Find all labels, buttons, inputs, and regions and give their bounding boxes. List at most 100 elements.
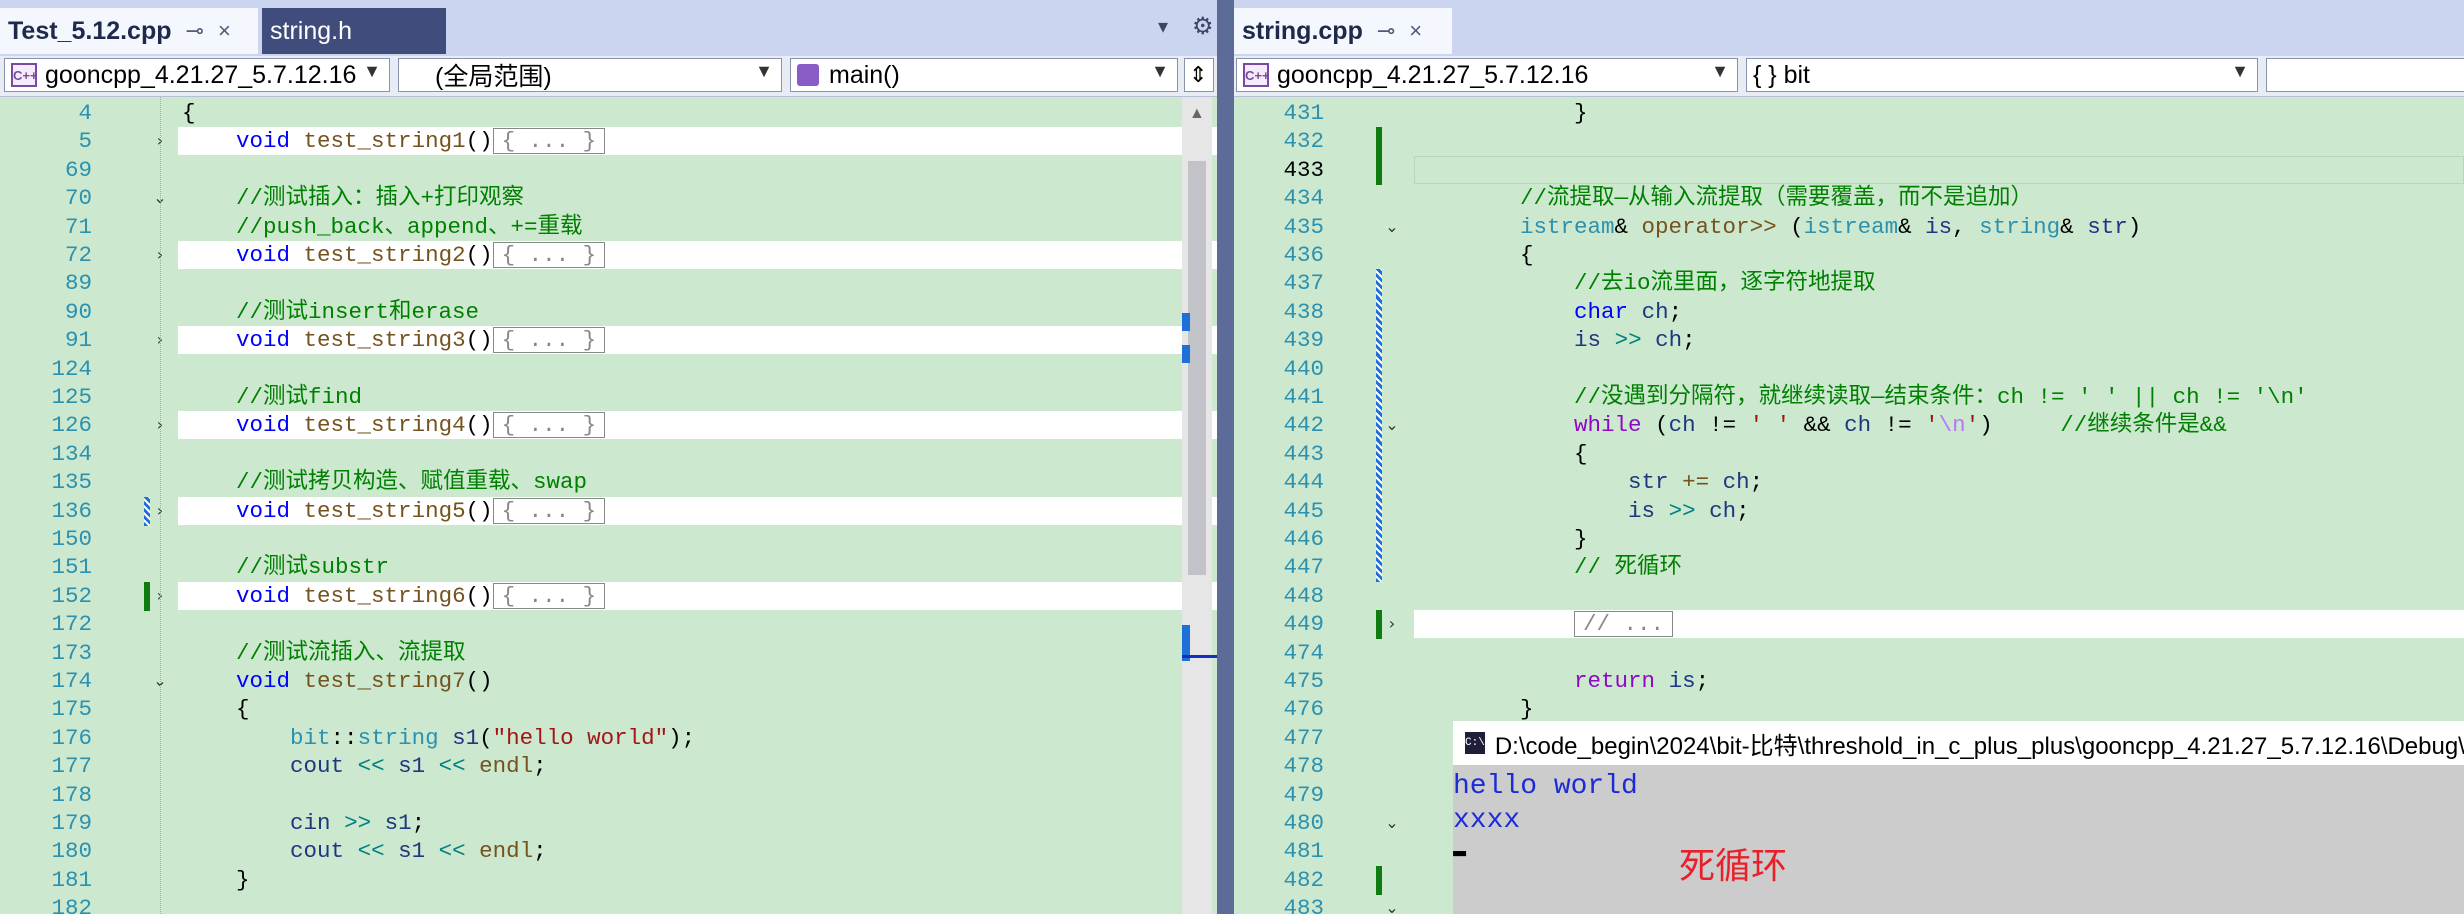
console-title-bar[interactable]: C:\ D:\code_begin\2024\bit-比特\threshold_… [1453,721,2464,765]
code-text[interactable]: //测试拷贝构造、赋值重载、swap [182,468,587,496]
code-text[interactable]: void test_string7() [182,667,493,695]
left-vertical-scrollbar[interactable]: ▲ [1182,97,1217,914]
tab-string-cpp[interactable]: string.cpp ⊸ × [1234,8,1452,54]
code-text[interactable]: //测试插入：插入+打印观察 [182,184,524,212]
code-text[interactable]: cout << s1 << endl; [182,752,547,780]
member-dropdown[interactable]: main() ▼ [790,58,1178,92]
code-text[interactable]: } [1466,99,1588,127]
close-icon[interactable]: × [218,18,231,44]
scrollbar-thumb[interactable] [1188,161,1206,575]
gear-icon[interactable]: ⚙ [1192,12,1214,41]
code-text[interactable]: void test_string6(){ ... } [182,582,606,610]
code-text[interactable]: // ... [1466,610,1674,638]
code-text[interactable]: void test_string5(){ ... } [182,497,606,525]
code-text[interactable]: str += ch; [1466,468,1763,496]
pane-splitter[interactable] [1217,0,1234,914]
tab-overflow-icon[interactable]: ▾ [1158,14,1168,39]
code-text[interactable]: { [182,99,196,127]
code-line[interactable]: 443 { [1234,439,2464,469]
code-line[interactable]: 124 [0,355,1217,383]
code-line[interactable]: 135 //测试拷贝构造、赋值重载、swap [0,468,1217,496]
code-line[interactable]: 72 › void test_string2(){ ... } [0,241,1217,269]
code-line[interactable]: 178 [0,781,1217,809]
code-line[interactable]: 181 } [0,866,1217,894]
code-text[interactable]: //去io流里面，逐字符地提取 [1466,269,1876,297]
code-line[interactable]: 180 cout << s1 << endl; [0,837,1217,865]
pin-icon[interactable]: ⊸ [186,18,204,44]
code-line[interactable]: 91 › void test_string3(){ ... } [0,326,1217,355]
code-text[interactable]: char ch; [1466,298,1682,326]
code-line[interactable]: 71 //push_back、append、+=重载 [0,213,1217,241]
code-line[interactable]: 151 //测试substr [0,553,1217,581]
tab-string-h[interactable]: string.h [262,8,446,54]
code-text[interactable]: is >> ch; [1466,497,1750,525]
code-line[interactable]: 70 ⌄ //测试插入：插入+打印观察 [0,184,1217,212]
code-line[interactable]: 434 //流提取—从输入流提取（需要覆盖，而不是追加） [1234,184,2464,212]
code-line[interactable]: 150 [0,525,1217,553]
code-line[interactable]: 179 cin >> s1; [0,809,1217,837]
code-line[interactable]: 476 } [1234,695,2464,723]
code-line[interactable]: 136 › void test_string5(){ ... } [0,496,1217,526]
collapse-icon[interactable]: ⌄ [1384,809,1400,837]
code-line[interactable]: 126 › void test_string4(){ ... } [0,411,1217,440]
close-icon[interactable]: × [1409,18,1422,44]
code-line[interactable]: 432 [1234,127,2464,157]
code-text[interactable]: void test_string1(){ ... } [182,127,606,155]
expand-icon[interactable]: › [1384,610,1400,638]
code-line[interactable]: 172 [0,610,1217,638]
project-dropdown[interactable]: C++ gooncpp_4.21.27_5.7.12.16 ▼ [4,58,390,92]
code-line[interactable]: 436 { [1234,241,2464,269]
code-text[interactable]: //没遇到分隔符，就继续读取—结束条件：ch != ' ' || ch != '… [1466,383,2308,411]
code-line[interactable]: 475 return is; [1234,667,2464,695]
code-text[interactable]: { [1466,440,1588,468]
code-line[interactable]: 445 is >> ch; [1234,496,2464,526]
code-line[interactable]: 448 [1234,582,2464,610]
tab-test-5-12-cpp[interactable]: Test_5.12.cpp ⊸ × [0,8,258,54]
code-line[interactable]: 69 [0,156,1217,184]
code-text[interactable]: void test_string3(){ ... } [182,326,606,354]
scope-dropdown[interactable]: { } bit ▼ [1746,58,2258,92]
code-line[interactable]: 433 [1234,155,2464,185]
code-text[interactable]: cout << s1 << endl; [182,837,547,865]
code-text[interactable]: //测试find [182,383,362,411]
scope-dropdown[interactable]: (全局范围) ▼ [398,58,782,92]
code-text[interactable]: is >> ch; [1466,326,1696,354]
code-text[interactable]: void test_string2(){ ... } [182,241,606,269]
code-text[interactable]: bit::string s1("hello world"); [182,724,695,752]
code-line[interactable]: 173 //测试流插入、流提取 [0,639,1217,667]
collapse-icon[interactable]: ⌄ [1384,411,1400,439]
code-line[interactable]: 174 ⌄ void test_string7() [0,667,1217,695]
code-text[interactable]: //测试insert和erase [182,298,479,326]
code-text[interactable]: { [1466,241,1534,269]
member-dropdown[interactable] [2266,58,2464,92]
code-line[interactable]: 89 [0,269,1217,297]
code-line[interactable]: 5 › void test_string1(){ ... } [0,127,1217,156]
console-window[interactable]: C:\ D:\code_begin\2024\bit-比特\threshold_… [1453,721,2464,914]
collapse-icon[interactable]: ⌄ [1384,894,1400,914]
code-line[interactable]: 444 str += ch; [1234,468,2464,498]
code-line[interactable]: 152 › void test_string6(){ ... } [0,581,1217,611]
code-line[interactable]: 441 //没遇到分隔符，就继续读取—结束条件：ch != ' ' || ch … [1234,383,2464,412]
code-text[interactable]: cin >> s1; [182,809,425,837]
code-text[interactable]: } [182,866,250,894]
split-window-button[interactable]: ⇕ [1184,58,1214,92]
code-line[interactable]: 442 ⌄ while (ch != ' ' && ch != '\n') //继… [1234,411,2464,441]
code-line[interactable]: 438 char ch; [1234,297,2464,327]
code-text[interactable]: return is; [1466,667,1709,695]
code-line[interactable]: 447 // 死循环 [1234,553,2464,583]
code-text[interactable]: //测试流插入、流提取 [182,639,466,667]
code-text[interactable]: { [182,695,250,723]
code-line[interactable]: 125 //测试find [0,383,1217,411]
code-text[interactable]: //push_back、append、+=重载 [182,213,583,241]
project-dropdown[interactable]: C++ gooncpp_4.21.27_5.7.12.16 ▼ [1236,58,1738,92]
code-line[interactable]: 4{ [0,99,1217,127]
code-line[interactable]: 446 } [1234,525,2464,554]
code-line[interactable]: 449 › // ... [1234,610,2464,640]
code-text[interactable]: //流提取—从输入流提取（需要覆盖，而不是追加） [1466,184,2033,212]
code-line[interactable]: 177 cout << s1 << endl; [0,752,1217,780]
code-line[interactable]: 474 [1234,639,2464,667]
pin-icon[interactable]: ⊸ [1377,18,1395,44]
code-line[interactable]: 435 ⌄ istream& operator>> (istream& is, s… [1234,213,2464,241]
collapse-icon[interactable]: ⌄ [1384,213,1400,241]
code-line[interactable]: 175 { [0,695,1217,723]
